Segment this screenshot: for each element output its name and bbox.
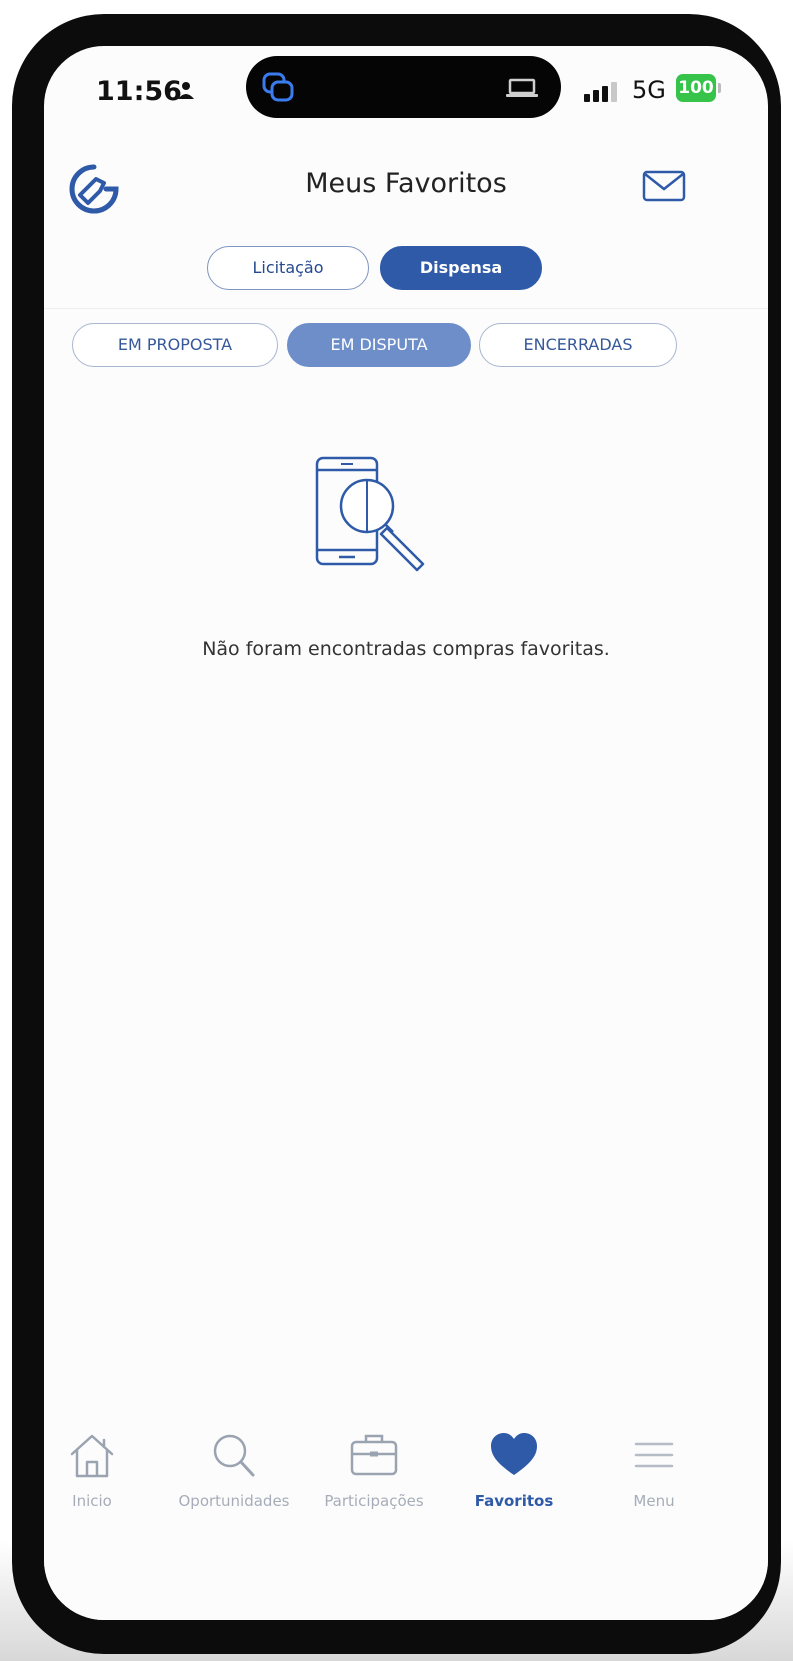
nav-item-inicio[interactable]: Inicio bbox=[44, 1430, 162, 1510]
battery-level: 100 bbox=[676, 74, 716, 102]
network-type: 5G bbox=[632, 76, 666, 104]
dynamic-island bbox=[246, 56, 561, 118]
nav-item-participacoes[interactable]: Participações bbox=[304, 1430, 444, 1510]
tab-em-disputa[interactable]: EM DISPUTA bbox=[287, 323, 471, 367]
cellular-signal-icon bbox=[584, 82, 617, 102]
nav-label-favoritos: Favoritos bbox=[474, 1492, 554, 1510]
hamburger-menu-icon bbox=[634, 1442, 674, 1468]
nav-label-oportunidades: Oportunidades bbox=[178, 1492, 290, 1510]
battery-tip bbox=[718, 83, 721, 93]
type-toggle-dispensa[interactable]: Dispensa bbox=[380, 246, 542, 290]
home-icon bbox=[70, 1434, 114, 1478]
nav-label-menu: Menu bbox=[633, 1492, 675, 1510]
divider bbox=[44, 308, 768, 309]
nav-item-favoritos[interactable]: Favoritos bbox=[444, 1430, 584, 1510]
nav-label-inicio: Inicio bbox=[72, 1492, 112, 1510]
laptop-icon bbox=[506, 78, 538, 97]
briefcase-icon bbox=[350, 1434, 398, 1476]
person-icon bbox=[178, 82, 194, 99]
nav-item-menu[interactable]: Menu bbox=[584, 1430, 724, 1510]
type-toggle-licitacao[interactable]: Licitação bbox=[207, 246, 369, 290]
envelope-icon[interactable] bbox=[642, 170, 686, 202]
nav-item-oportunidades[interactable]: Oportunidades bbox=[164, 1430, 304, 1510]
empty-state-message: Não foram encontradas compras favoritas. bbox=[202, 638, 610, 660]
screen-mirroring-icon bbox=[262, 72, 294, 102]
tab-encerradas[interactable]: ENCERRADAS bbox=[479, 323, 677, 367]
tab-em-proposta[interactable]: EM PROPOSTA bbox=[72, 323, 278, 367]
nav-label-participacoes: Participações bbox=[324, 1492, 424, 1510]
status-time: 11:56 bbox=[96, 76, 182, 107]
search-icon bbox=[213, 1434, 255, 1477]
phone-search-icon bbox=[315, 456, 425, 572]
phone-screen: 11:56 5G 100 Meus Favoritos Licitação Di… bbox=[44, 46, 768, 1620]
heart-icon bbox=[491, 1433, 537, 1475]
bottom-nav: Inicio Oportunidades Participações Favor… bbox=[44, 1430, 768, 1620]
